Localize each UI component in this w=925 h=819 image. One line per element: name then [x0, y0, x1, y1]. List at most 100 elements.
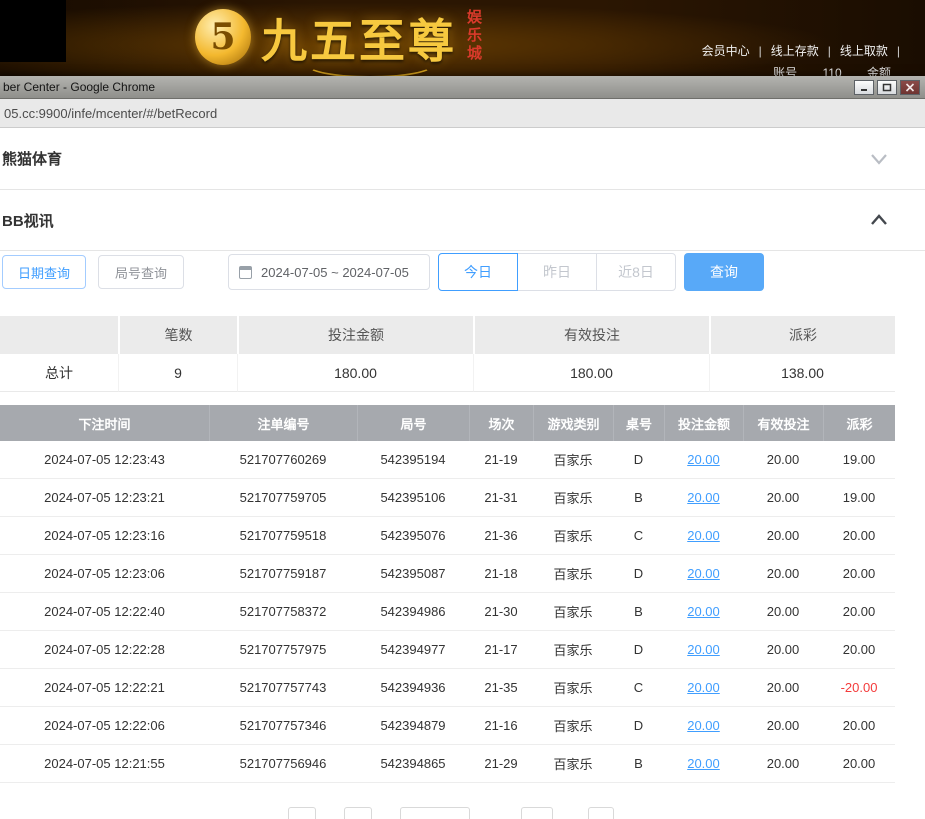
minimize-icon	[859, 83, 869, 92]
panel-bb-video[interactable]: BB视讯	[0, 190, 925, 251]
cell-2: 542394977	[357, 631, 469, 669]
close-button[interactable]	[900, 80, 920, 95]
nav-withdraw[interactable]: 线上取款	[840, 44, 888, 58]
window-title: ber Center - Google Chrome	[3, 80, 854, 94]
column-header-2: 局号	[357, 405, 469, 441]
cell-7: 20.00	[743, 631, 823, 669]
column-header-6: 投注金额	[664, 405, 743, 441]
panel-title: BB视讯	[2, 210, 54, 231]
close-icon	[905, 83, 915, 92]
address-bar[interactable]: 05.cc:9900/infe/mcenter/#/betRecord	[0, 99, 925, 128]
cell-8: 19.00	[823, 479, 895, 517]
round-query-button[interactable]: 局号查询	[98, 255, 184, 289]
cell-1: 521707758372	[209, 593, 357, 631]
nav-divider: |	[828, 44, 831, 58]
cell-4: 百家乐	[533, 669, 613, 707]
table-row: 2024-07-05 12:22:40521707758372542394986…	[0, 593, 895, 631]
cell-3: 21-18	[469, 555, 533, 593]
cell-0: 2024-07-05 12:23:16	[0, 517, 209, 555]
chevron-up-icon[interactable]	[870, 213, 888, 227]
bet-amount-link[interactable]: 20.00	[664, 479, 743, 517]
cell-2: 542394865	[357, 745, 469, 783]
nav-deposit[interactable]: 线上存款	[771, 44, 819, 58]
summary-header-valid-bet: 有效投注	[473, 316, 709, 354]
cell-3: 21-16	[469, 707, 533, 745]
cell-0: 2024-07-05 12:22:28	[0, 631, 209, 669]
cell-8: 20.00	[823, 593, 895, 631]
cell-0: 2024-07-05 12:21:55	[0, 745, 209, 783]
bet-amount-link[interactable]: 20.00	[664, 745, 743, 783]
cell-4: 百家乐	[533, 441, 613, 479]
quick-yesterday-button[interactable]: 昨日	[517, 253, 597, 291]
bet-amount-link[interactable]: 20.00	[664, 669, 743, 707]
maximize-icon	[882, 83, 892, 92]
cell-1: 521707759705	[209, 479, 357, 517]
quick-last8days-button[interactable]: 近8日	[596, 253, 676, 291]
cell-8: 20.00	[823, 517, 895, 555]
date-query-button[interactable]: 日期查询	[2, 255, 86, 289]
cell-0: 2024-07-05 12:22:06	[0, 707, 209, 745]
cell-8: 19.00	[823, 441, 895, 479]
cell-5: C	[613, 517, 664, 555]
pagination-page-size-select[interactable]	[400, 807, 470, 819]
cell-7: 20.00	[743, 441, 823, 479]
table-row: 2024-07-05 12:23:43521707760269542395194…	[0, 441, 895, 479]
column-header-0: 下注时间	[0, 405, 209, 441]
table-row: 2024-07-05 12:23:16521707759518542395076…	[0, 517, 895, 555]
bet-amount-link[interactable]: 20.00	[664, 555, 743, 593]
panel-title: 熊猫体育	[2, 148, 62, 169]
bet-amount-link[interactable]: 20.00	[664, 517, 743, 555]
bet-amount-link[interactable]: 20.00	[664, 441, 743, 479]
cell-8: 20.00	[823, 631, 895, 669]
pagination-next-button[interactable]	[588, 807, 614, 819]
cell-5: D	[613, 631, 664, 669]
cell-1: 521707757975	[209, 631, 357, 669]
cell-7: 20.00	[743, 479, 823, 517]
summary-total-row: 总计 9 180.00 180.00 138.00	[0, 354, 895, 392]
chevron-down-icon[interactable]	[870, 152, 888, 166]
table-row: 2024-07-05 12:21:55521707756946542394865…	[0, 745, 895, 783]
logo-emblem-icon: 5	[195, 9, 251, 65]
nav-divider: |	[897, 44, 900, 58]
window-titlebar[interactable]: ber Center - Google Chrome	[0, 76, 925, 99]
bet-amount-link[interactable]: 20.00	[664, 707, 743, 745]
cell-0: 2024-07-05 12:23:21	[0, 479, 209, 517]
cell-2: 542394936	[357, 669, 469, 707]
cell-4: 百家乐	[533, 517, 613, 555]
banner-corner-block	[0, 0, 66, 62]
cell-1: 521707757346	[209, 707, 357, 745]
url-text[interactable]: 05.cc:9900/infe/mcenter/#/betRecord	[4, 106, 217, 121]
cell-5: D	[613, 441, 664, 479]
cell-3: 21-19	[469, 441, 533, 479]
bet-amount-link[interactable]: 20.00	[664, 631, 743, 669]
summary-row-label: 总计	[0, 354, 118, 392]
quick-range-group: 今日 昨日 近8日	[438, 253, 676, 291]
cell-8: 20.00	[823, 707, 895, 745]
maximize-button[interactable]	[877, 80, 897, 95]
window-controls	[854, 80, 920, 95]
cell-5: B	[613, 745, 664, 783]
filter-bar: 日期查询 局号查询 2024-07-05 ~ 2024-07-05 今日 昨日 …	[0, 253, 925, 291]
pagination-page-button[interactable]	[344, 807, 372, 819]
summary-header-count: 笔数	[118, 316, 237, 354]
pagination-jump-input[interactable]	[521, 807, 553, 819]
column-header-5: 桌号	[613, 405, 664, 441]
cell-2: 542395194	[357, 441, 469, 479]
date-range-input[interactable]: 2024-07-05 ~ 2024-07-05	[228, 254, 430, 290]
pagination-prev-button[interactable]	[288, 807, 316, 819]
panel-panda-sports[interactable]: 熊猫体育	[0, 128, 925, 190]
cell-3: 21-36	[469, 517, 533, 555]
cell-5: D	[613, 555, 664, 593]
search-button[interactable]: 查询	[684, 253, 764, 291]
bet-table-body: 2024-07-05 12:23:43521707760269542395194…	[0, 441, 895, 783]
quick-today-button[interactable]: 今日	[438, 253, 518, 291]
nav-member-center[interactable]: 会员中心	[702, 44, 750, 58]
summary-payout: 138.00	[709, 354, 895, 392]
bet-amount-link[interactable]: 20.00	[664, 593, 743, 631]
summary-bet-amount: 180.00	[237, 354, 473, 392]
table-row: 2024-07-05 12:22:21521707757743542394936…	[0, 669, 895, 707]
cell-2: 542395076	[357, 517, 469, 555]
minimize-button[interactable]	[854, 80, 874, 95]
cell-5: B	[613, 593, 664, 631]
cell-1: 521707760269	[209, 441, 357, 479]
